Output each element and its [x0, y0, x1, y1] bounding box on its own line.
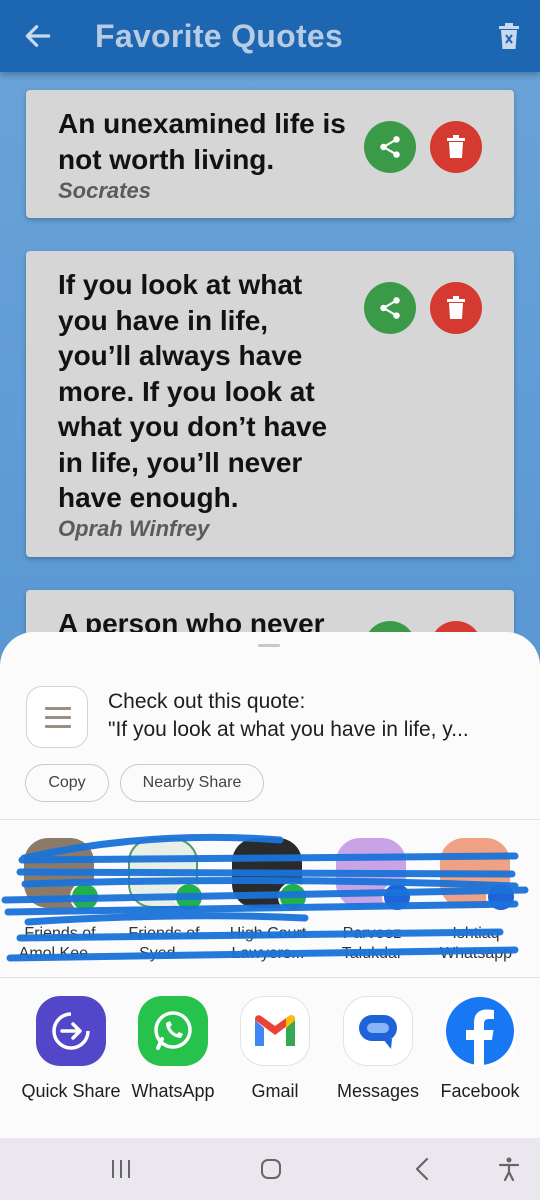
divider	[0, 977, 540, 978]
share-button[interactable]	[364, 121, 416, 173]
back-icon[interactable]	[410, 1156, 436, 1182]
trash-icon	[447, 135, 465, 158]
quote-card: If you look at what you have in life, yo…	[26, 251, 514, 557]
app-label: Facebook	[440, 1081, 520, 1101]
share-sheet: Check out this quote: "If you look at wh…	[0, 632, 540, 1200]
arrow-left-icon[interactable]	[22, 20, 54, 52]
app-facebook[interactable]: Facebook	[430, 996, 530, 1103]
copy-button[interactable]: Copy	[25, 764, 109, 802]
text-preview-icon	[26, 686, 88, 748]
facebook-icon	[445, 996, 515, 1066]
app-bar: Favorite Quotes	[0, 0, 540, 72]
app-messages[interactable]: Messages	[328, 996, 428, 1103]
direct-share-contacts: Friends of Amol Kee... Friends of Syed..…	[0, 820, 540, 976]
gmail-icon	[240, 996, 310, 1066]
app-label: Quick Share	[21, 1081, 121, 1101]
share-button[interactable]	[364, 282, 416, 334]
quote-author: Socrates	[58, 178, 151, 203]
quote-card: An unexamined life is not worth living. …	[26, 90, 514, 218]
app-targets: Quick Share WhatsApp Gmail Messages Face…	[0, 996, 540, 1136]
app-gmail[interactable]: Gmail	[225, 996, 325, 1103]
share-preview-text: "If you look at what you have in life, y…	[108, 718, 469, 741]
accessibility-icon[interactable]	[496, 1156, 522, 1182]
page-title: Favorite Quotes	[95, 18, 344, 54]
app-quick-share[interactable]: Quick Share	[21, 996, 121, 1103]
app-label: Messages	[336, 1081, 420, 1101]
trash-icon[interactable]	[498, 22, 520, 50]
share-icon	[380, 297, 400, 319]
quick-share-icon	[36, 996, 106, 1066]
delete-button[interactable]	[430, 121, 482, 173]
whatsapp-icon	[138, 996, 208, 1066]
quote-text: If you look at what you have in life, yo…	[58, 269, 328, 513]
redaction-scribble	[1, 833, 529, 962]
home-icon[interactable]	[258, 1156, 284, 1182]
drag-handle[interactable]	[258, 644, 280, 647]
app-whatsapp[interactable]: WhatsApp	[123, 996, 223, 1103]
messages-icon	[343, 996, 413, 1066]
quote-author: Oprah Winfrey	[58, 516, 210, 541]
app-label: WhatsApp	[131, 1081, 215, 1101]
share-icon	[380, 136, 400, 158]
app-label: Gmail	[251, 1081, 299, 1101]
quote-text: An unexamined life is not worth living.	[58, 108, 346, 175]
system-navigation-bar	[0, 1138, 540, 1200]
delete-button[interactable]	[430, 282, 482, 334]
share-preview-title: Check out this quote:	[108, 690, 306, 713]
nearby-share-button[interactable]: Nearby Share	[120, 764, 264, 802]
recent-apps-icon[interactable]	[108, 1156, 134, 1182]
trash-icon	[447, 296, 465, 319]
